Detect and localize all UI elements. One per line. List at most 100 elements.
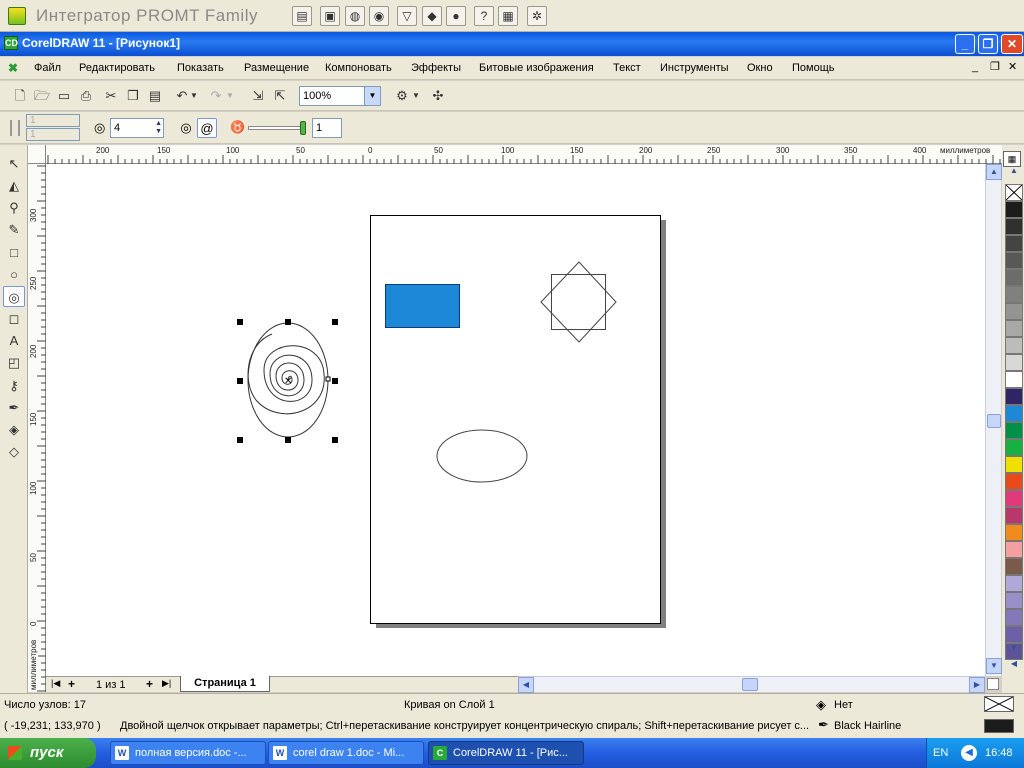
color-swatch[interactable] [1005,218,1023,235]
translate-icon[interactable]: ▦ [498,6,518,26]
color-swatch[interactable] [1005,541,1023,558]
color-swatch[interactable] [1005,269,1023,286]
selection-handle[interactable] [332,319,338,325]
expansion-slider[interactable] [248,126,306,130]
selection-handle[interactable] [332,437,338,443]
color-swatch[interactable] [1005,507,1023,524]
menu-bitmaps[interactable]: Битовые изображения [479,62,594,74]
selection-handle[interactable] [285,319,291,325]
save-icon[interactable]: ▭ [54,86,74,106]
horizontal-scroll-thumb[interactable] [742,678,758,691]
export-icon[interactable]: ⇱ [270,86,290,106]
page-border[interactable] [370,215,661,624]
dictionary-icon[interactable]: ◆ [422,6,442,26]
color-swatch[interactable] [1005,490,1023,507]
spiral-tool-icon[interactable]: ◎ [3,286,25,307]
filter-icon[interactable]: ▽ [397,6,417,26]
color-swatch[interactable] [1005,320,1023,337]
drawing-canvas[interactable]: ✕ [46,164,986,676]
doc-restore-button[interactable]: ❐ [990,60,1000,73]
promt-logo-icon[interactable] [8,7,26,25]
interactive-blend-tool-icon[interactable]: ◰ [3,352,25,373]
menu-tools[interactable]: Инструменты [660,62,729,74]
symmetrical-spiral-icon[interactable]: ◎ [176,118,196,138]
palette-expand-icon[interactable]: ◀ [1005,659,1023,672]
vertical-scrollbar[interactable]: ▲ ▼ [985,164,1002,676]
ellipse-tool-icon[interactable]: ○ [3,264,25,285]
fill-swatch[interactable] [984,696,1014,712]
selection-handle[interactable] [237,319,243,325]
navigator-icon[interactable] [987,678,999,690]
zoom-tool-icon[interactable]: ⚲ [3,197,25,218]
selection-handle[interactable] [237,378,243,384]
color-swatch[interactable] [1005,609,1023,626]
color-swatch[interactable] [1005,354,1023,371]
scroll-up-icon[interactable]: ▲ [986,164,1002,180]
selection-handle[interactable] [285,437,291,443]
color-swatch[interactable] [1005,422,1023,439]
menu-help[interactable]: Помощь [792,62,835,74]
tab-page-1[interactable]: Страница 1 [180,676,270,692]
palette-menu-icon[interactable]: ▦ [1003,151,1021,167]
color-swatch[interactable] [1005,252,1023,269]
app-launcher-dropdown-icon[interactable]: ▼ [410,86,422,106]
menu-file[interactable]: Файл [34,62,61,74]
color-swatch[interactable] [1005,388,1023,405]
folder-icon[interactable]: ▣ [320,6,340,26]
start-button[interactable]: пуск [0,738,96,768]
color-swatch[interactable] [1005,201,1023,218]
no-color-swatch[interactable] [1005,184,1023,201]
copy-icon[interactable]: ❐ [123,86,143,106]
scroll-left-icon[interactable]: ◀ [518,677,534,693]
color-swatch[interactable] [1005,286,1023,303]
horizontal-ruler[interactable]: 200 150 100 50 0 50 100 150 200 250 300 … [46,145,1002,164]
grid-columns-input[interactable]: 1 [26,114,80,127]
outline-tool-icon[interactable]: ✒ [3,397,25,418]
color-swatch[interactable] [1005,473,1023,490]
grid-rows-input[interactable]: 1 [26,128,80,141]
first-page-icon[interactable]: |◀ [51,678,60,689]
task-doc-1[interactable]: W полная версия.doc -... [110,741,266,765]
add-page-before-icon[interactable]: + [68,677,75,691]
zoom-select[interactable]: 100% ▼ [299,86,381,106]
globe-icon[interactable]: ◍ [345,6,365,26]
world-icon[interactable]: ● [446,6,466,26]
app-launcher-icon[interactable]: ⚙ [392,86,412,106]
tray-expand-icon[interactable]: ◀ [961,745,977,761]
add-page-after-icon[interactable]: + [146,677,153,691]
redo-icon[interactable]: ↷ [206,86,226,106]
book-icon[interactable]: ▤ [292,6,312,26]
menu-layout[interactable]: Размещение [244,62,309,74]
chevron-down-icon[interactable]: ▼ [364,87,380,105]
expansion-slider-handle[interactable] [300,121,306,135]
doc-minimize-button[interactable]: _ [972,61,978,73]
scroll-down-icon[interactable]: ▼ [986,658,1002,674]
doc-icon[interactable]: ✖ [8,61,22,75]
color-swatch[interactable] [1005,235,1023,252]
freehand-tool-icon[interactable]: ✎ [3,219,25,240]
text-tool-icon[interactable]: A [3,330,25,351]
settings-icon[interactable]: ✲ [527,6,547,26]
shape-tool-icon[interactable]: ◭ [3,175,25,196]
color-swatch[interactable] [1005,558,1023,575]
color-swatch[interactable] [1005,626,1023,643]
eyedropper-tool-icon[interactable]: ⚷ [3,375,25,396]
horizontal-scrollbar[interactable]: ◀ ▶ [518,676,985,693]
selection-handle[interactable] [237,437,243,443]
globe-search-icon[interactable]: ◉ [369,6,389,26]
open-icon[interactable]: 🗁 [32,86,52,106]
color-swatch[interactable] [1005,405,1023,422]
color-swatch[interactable] [1005,456,1023,473]
end-node[interactable] [325,376,331,382]
menu-effects[interactable]: Эффекты [411,62,461,74]
cut-icon[interactable]: ✂ [101,86,121,106]
basic-shapes-tool-icon[interactable]: ◻ [3,308,25,329]
vertical-ruler[interactable]: 300 250 200 150 100 50 0 миллиметров [28,164,46,692]
task-doc-2[interactable]: W corel draw 1.doc - Mi... [268,741,424,765]
expansion-value-input[interactable]: 1 [312,118,342,138]
stepper-arrows-icon[interactable]: ▲ ▼ [155,120,162,136]
color-swatch[interactable] [1005,337,1023,354]
new-icon[interactable]: 🗋 [10,86,30,106]
ruler-origin[interactable] [28,145,46,164]
palette-scroll-down-icon[interactable]: ▼ [1005,643,1023,656]
